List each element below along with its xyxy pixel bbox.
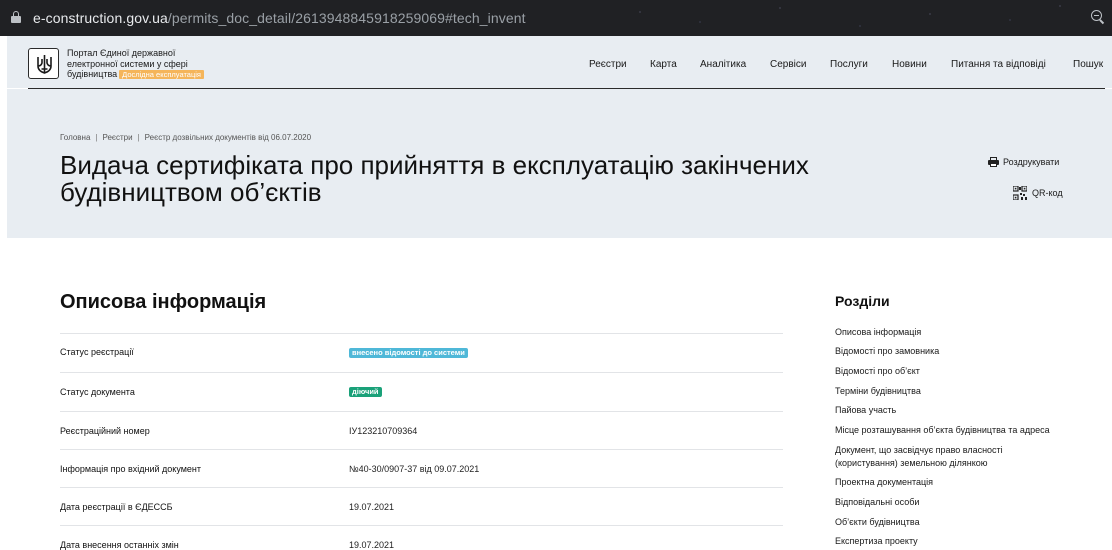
row-label: Статус документа	[60, 387, 135, 397]
nav-item-registries[interactable]: Реєстри	[589, 59, 627, 70]
row-label: Інформація про вхідний документ	[60, 464, 202, 474]
qr-code-label: QR-код	[1032, 188, 1063, 198]
trident-logo-icon[interactable]	[28, 48, 59, 79]
section-title: Описова інформація	[60, 291, 267, 313]
nav-item-search[interactable]: Пошук	[1073, 59, 1103, 70]
print-label: Роздрукувати	[1003, 157, 1060, 167]
row-label: Дата внесення останніх змін	[60, 540, 179, 550]
table-row: Інформація про вхідний документ №40-30/0…	[60, 449, 783, 487]
row-value: ІУ123210709364	[349, 426, 418, 436]
sidebar-item-responsible-persons[interactable]: Відповідальні особи	[835, 496, 1085, 509]
breadcrumb-separator: |	[95, 133, 98, 142]
nav-item-public-services[interactable]: Послуги	[830, 59, 868, 70]
nav-item-news[interactable]: Новини	[892, 59, 927, 70]
breadcrumb: Головна | Реєстри | Реєстр дозвільних докуме…	[60, 133, 311, 142]
status-badge: діючий	[349, 387, 382, 397]
beta-badge: Дослідна експлуатація	[119, 70, 204, 79]
sidebar-item-construction-objects[interactable]: Об’єкти будівництва	[835, 516, 1085, 529]
breadcrumb-permits-registry[interactable]: Реєстр дозвільних документів від 06.07.2…	[145, 133, 311, 142]
row-value: 19.07.2021	[349, 502, 395, 512]
nav-item-analytics[interactable]: Аналітика	[700, 59, 746, 70]
row-label: Статус реєстрації	[60, 347, 134, 357]
sidebar-item-construction-terms[interactable]: Терміни будівництва	[835, 385, 1085, 398]
breadcrumb-separator: |	[137, 133, 140, 142]
portal-name[interactable]: Портал Єдиної державної електронної сист…	[67, 48, 227, 80]
breadcrumb-home[interactable]: Головна	[60, 133, 90, 142]
qr-code-icon	[1013, 186, 1027, 200]
page-title: Видача сертифіката про прийняття в експл…	[60, 150, 809, 207]
nav-item-services[interactable]: Сервіси	[770, 59, 806, 70]
row-value: №40-30/0907-37 від 09.07.2021	[349, 464, 480, 474]
table-row: Реєстраційний номер ІУ123210709364	[60, 411, 783, 449]
url-text[interactable]: e-construction.gov.ua/permits_doc_detail…	[33, 10, 526, 26]
status-badge: внесено відомості до системи	[349, 348, 468, 358]
sidebar-item-customer[interactable]: Відомості про замовника	[835, 345, 1085, 358]
sidebar-item-share-participation[interactable]: Пайова участь	[835, 404, 1085, 417]
nav-item-faq[interactable]: Питання та відповіді	[951, 59, 1046, 70]
sidebar-item-object-info[interactable]: Відомості про об’єкт	[835, 365, 1085, 378]
browser-address-bar[interactable]: e-construction.gov.ua/permits_doc_detail…	[0, 0, 1112, 36]
sidebar-item-project-documentation[interactable]: Проектна документація	[835, 476, 1085, 489]
row-label: Реєстраційний номер	[60, 426, 150, 436]
printer-icon	[988, 157, 999, 167]
sidebar-item-description[interactable]: Описова інформація	[835, 326, 1085, 339]
url-path: /permits_doc_detail/2613948845918259069#…	[167, 10, 526, 26]
url-host: e-construction.gov.ua	[33, 10, 168, 26]
qr-code-button[interactable]: QR-код	[1013, 186, 1063, 200]
table-row: Дата реєстрації в ЄДЕССБ 19.07.2021	[60, 487, 783, 525]
row-label: Дата реєстрації в ЄДЕССБ	[60, 502, 173, 512]
sidebar-item-project-expertise[interactable]: Експертиза проекту	[835, 535, 1085, 548]
table-row: Дата внесення останніх змін 19.07.2021	[60, 525, 783, 550]
table-row: Статус документа діючий	[60, 372, 783, 410]
row-value: діючий	[349, 386, 382, 397]
lock-icon[interactable]	[11, 11, 21, 23]
sidebar-title: Розділи	[835, 293, 890, 309]
print-button[interactable]: Роздрукувати	[988, 157, 1059, 167]
row-value: внесено відомості до системи	[349, 347, 468, 358]
table-row: Статус реєстрації внесено відомості до с…	[60, 333, 783, 371]
nav-item-map[interactable]: Карта	[650, 59, 677, 70]
row-value: 19.07.2021	[349, 540, 395, 550]
sidebar-item-location-address[interactable]: Місце розташування об’єкта будівництва т…	[835, 424, 1085, 437]
breadcrumb-registries[interactable]: Реєстри	[102, 133, 132, 142]
sidebar-item-land-ownership-document[interactable]: Документ, що засвідчує право власності (…	[835, 444, 1055, 469]
zoom-out-icon[interactable]	[1091, 10, 1105, 25]
